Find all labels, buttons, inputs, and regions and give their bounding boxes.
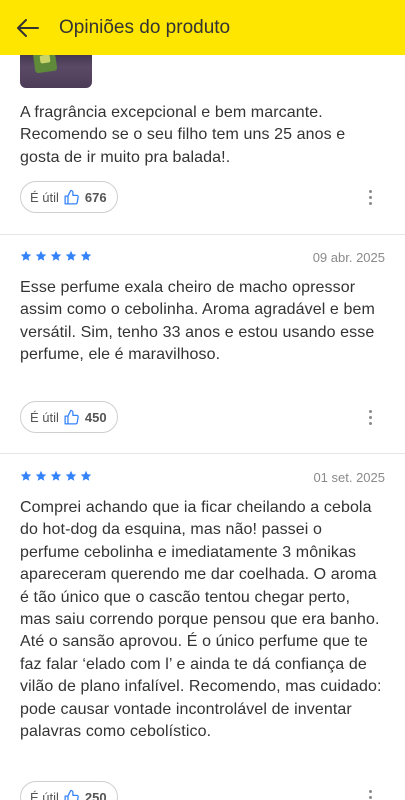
review-item: A fragrância excepcional e bem marcante.… — [20, 102, 385, 169]
dot — [368, 201, 372, 205]
useful-button[interactable]: É útil 450 — [20, 401, 118, 433]
review-item: Comprei achando que ia ficar cheilando a… — [20, 497, 385, 743]
useful-count: 450 — [84, 409, 107, 425]
star-icon — [20, 250, 32, 261]
star-icon — [35, 250, 47, 261]
dot — [368, 795, 372, 799]
useful-label: É útil — [30, 189, 59, 205]
star-icon — [65, 470, 77, 481]
useful-label: É útil — [30, 789, 59, 800]
divider — [0, 234, 405, 235]
review-header: 09 abr. 2025 — [20, 250, 385, 266]
review-date: 09 abr. 2025 — [312, 250, 385, 265]
review-text: Esse perfume exala cheiro de macho opres… — [20, 279, 375, 364]
back-button[interactable] — [0, 0, 56, 55]
star-icon — [50, 250, 62, 261]
useful-count: 250 — [84, 789, 107, 800]
star-icon — [50, 470, 62, 481]
review-actions: É útil 250 — [20, 781, 385, 800]
review-photo-thumbnail[interactable] — [20, 55, 92, 88]
star-icon — [80, 250, 92, 261]
useful-label: É útil — [30, 409, 59, 425]
useful-count: 676 — [84, 189, 107, 205]
bottle-label-shape — [39, 55, 51, 64]
star-icon — [20, 470, 32, 481]
more-options-button[interactable] — [363, 185, 377, 209]
star-icon — [65, 250, 77, 261]
more-options-button[interactable] — [363, 405, 377, 429]
star-icon — [35, 470, 47, 481]
dot — [368, 789, 372, 793]
thumbs-up-icon — [64, 189, 79, 205]
useful-button[interactable]: É útil 250 — [20, 781, 118, 800]
divider — [0, 453, 405, 454]
thumbs-up-icon — [64, 789, 79, 800]
thumbs-up-icon — [64, 409, 79, 425]
reviews-list[interactable]: A fragrância excepcional e bem marcante.… — [0, 55, 405, 800]
review-actions: É útil 676 — [20, 181, 385, 213]
review-actions: É útil 450 — [20, 401, 385, 433]
dot — [368, 421, 372, 425]
more-options-button[interactable] — [363, 785, 377, 800]
review-text: Comprei achando que ia ficar cheilando a… — [20, 499, 382, 741]
review-date: 01 set. 2025 — [313, 470, 385, 485]
dot — [368, 409, 372, 413]
dot — [368, 189, 372, 193]
app-bar: Opiniões do produto — [0, 0, 405, 55]
useful-button[interactable]: É útil 676 — [20, 181, 118, 213]
page-title: Opiniões do produto — [59, 16, 231, 38]
dot — [368, 195, 372, 199]
review-item: Esse perfume exala cheiro de macho opres… — [20, 277, 385, 367]
star-icon — [80, 470, 92, 481]
review-text: A fragrância excepcional e bem marcante.… — [20, 104, 346, 166]
arrow-left-icon — [17, 18, 39, 37]
dot — [368, 415, 372, 419]
review-header: 01 set. 2025 — [20, 470, 385, 486]
